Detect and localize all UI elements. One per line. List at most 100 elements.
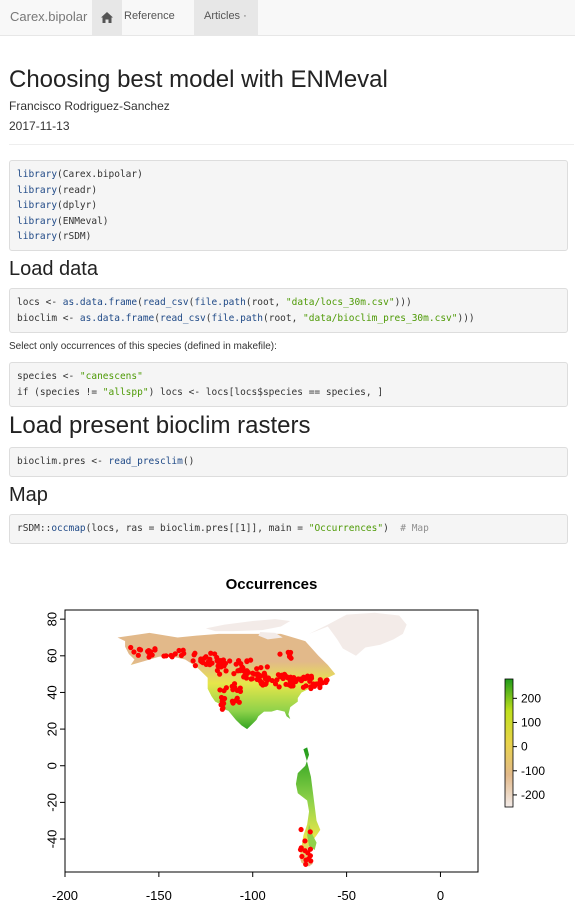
y-tick-label: -40 [44, 830, 59, 849]
home-button[interactable] [92, 0, 122, 35]
code-line: library(Carex.bipolar) [17, 169, 143, 180]
occurrence-point [317, 684, 323, 691]
brand-link[interactable]: Carex.bipolar [10, 9, 87, 24]
occurrence-point [288, 655, 294, 661]
code-block-libraries: library(Carex.bipolar) library(readr) li… [9, 160, 568, 251]
occurrence-point [298, 826, 304, 833]
occurrence-point [217, 671, 223, 677]
occurrence-point [274, 677, 280, 683]
occurrence-point [299, 853, 305, 860]
occurrence-point [262, 681, 268, 687]
code-line: species <- "canescens" [17, 371, 143, 382]
page-title: Choosing best model with ENMeval [9, 66, 388, 93]
y-tick-label: 60 [44, 649, 59, 663]
occurrence-point [308, 685, 314, 692]
code-line: bioclim <- as.data.frame(read_csv(file.p… [17, 312, 475, 324]
section-heading-load-data: Load data [9, 258, 98, 280]
nav-reference-link[interactable]: Reference [124, 10, 175, 22]
occurrence-point [181, 650, 187, 657]
occurrence-point [237, 667, 243, 673]
nav-articles-label: Articles · [204, 10, 247, 22]
date: 2017-11-13 [9, 119, 70, 133]
occurrence-point [146, 654, 152, 660]
occurrence-point [265, 675, 272, 681]
occurrence-point [218, 694, 225, 701]
code-line: library(readr) [17, 184, 98, 196]
nav-articles-dropdown[interactable]: Articles · [194, 0, 258, 35]
code-block-load-data: locs <- as.data.frame(read_csv(file.path… [9, 288, 568, 333]
y-tick-label: 20 [44, 722, 59, 736]
occurrence-point [254, 672, 261, 678]
code-line: rSDM::occmap(locs, ras = bioclim.pres[[1… [17, 523, 429, 534]
y-tick-label: -20 [44, 793, 59, 812]
legend-colorbar [504, 678, 514, 808]
occurrence-point [277, 651, 283, 657]
occurrence-point [300, 684, 307, 690]
code-line: locs <- as.data.frame(read_csv(file.path… [17, 297, 412, 308]
occurrence-point [297, 676, 304, 682]
x-tick-label: -100 [240, 888, 266, 903]
occurrence-point [192, 663, 198, 669]
occurrence-point [207, 662, 213, 668]
occurrence-point [291, 678, 297, 685]
occurrence-point [233, 661, 239, 667]
occurrence-point [276, 684, 282, 690]
occurrence-point [264, 664, 270, 670]
legend-tick-label: -100 [521, 764, 545, 778]
code-block-map: rSDM::occmap(locs, ras = bioclim.pres[[1… [9, 514, 568, 544]
occurrence-point [258, 664, 264, 671]
section-heading-map: Map [9, 484, 48, 506]
code-line: library(dplyr) [17, 200, 98, 211]
occurrence-point [145, 648, 151, 654]
occurrence-point [288, 683, 294, 689]
chart-title: Occurrences [226, 576, 318, 593]
occurrence-point [128, 644, 134, 651]
paragraph-select-occurrences: Select only occurrences of this species … [9, 341, 277, 352]
occurrence-point [135, 652, 141, 658]
code-block-filter-species: species <- "canescens" if (species != "a… [9, 362, 568, 407]
land-greenland [309, 612, 407, 656]
occurrence-point [236, 699, 242, 705]
occurrence-point [161, 653, 167, 659]
code-block-bioclim: bioclim.pres <- read_presclim() [9, 447, 568, 477]
occurrence-point [131, 649, 137, 655]
occurrence-point [307, 846, 314, 852]
occurrence-point [201, 655, 208, 661]
section-heading-bioclim: Load present bioclim rasters [9, 412, 311, 439]
author: Francisco Rodriguez-Sanchez [9, 99, 170, 113]
code-line: bioclim.pres <- read_presclim() [17, 456, 195, 467]
code-line: library(ENMeval) [17, 215, 109, 227]
occurrence-point [320, 680, 326, 686]
occurrence-point [137, 647, 144, 653]
occurrence-point [307, 829, 313, 835]
occurrence-point [152, 647, 158, 653]
occurrence-point [221, 688, 227, 694]
x-tick-label: -150 [146, 888, 172, 903]
occurrence-point [287, 674, 294, 680]
occurrence-point [230, 687, 236, 693]
y-tick-label: 80 [44, 612, 59, 626]
code-line: if (species != "allspp") locs <- locs[lo… [17, 386, 384, 398]
occurrence-point [302, 838, 308, 844]
occurrence-point [192, 650, 198, 656]
legend-tick-label: 0 [521, 740, 528, 754]
occurrence-point [248, 657, 254, 663]
occurrence-point [306, 676, 312, 682]
x-tick-label: 0 [437, 888, 444, 903]
occurrence-point [220, 705, 226, 711]
occurrence-point [308, 858, 314, 864]
occurrence-point [212, 651, 218, 657]
y-tick-label: 40 [44, 685, 59, 699]
occurrence-point [169, 654, 175, 660]
code-line: library(rSDM) [17, 231, 92, 242]
occurrence-point [302, 848, 308, 854]
divider [9, 144, 574, 145]
occurrence-map-plot: Occurrences-200 -150 -100 -50 0-40-200204060… [44, 576, 545, 903]
home-icon [101, 12, 113, 23]
occurrence-point [237, 688, 244, 694]
navbar: Carex.bipolar Reference Articles · [0, 0, 575, 36]
occurrence-point [231, 671, 237, 677]
legend-tick-label: -200 [521, 788, 545, 802]
x-tick-label: -200 [52, 888, 78, 903]
y-tick-label: 0 [44, 762, 59, 769]
